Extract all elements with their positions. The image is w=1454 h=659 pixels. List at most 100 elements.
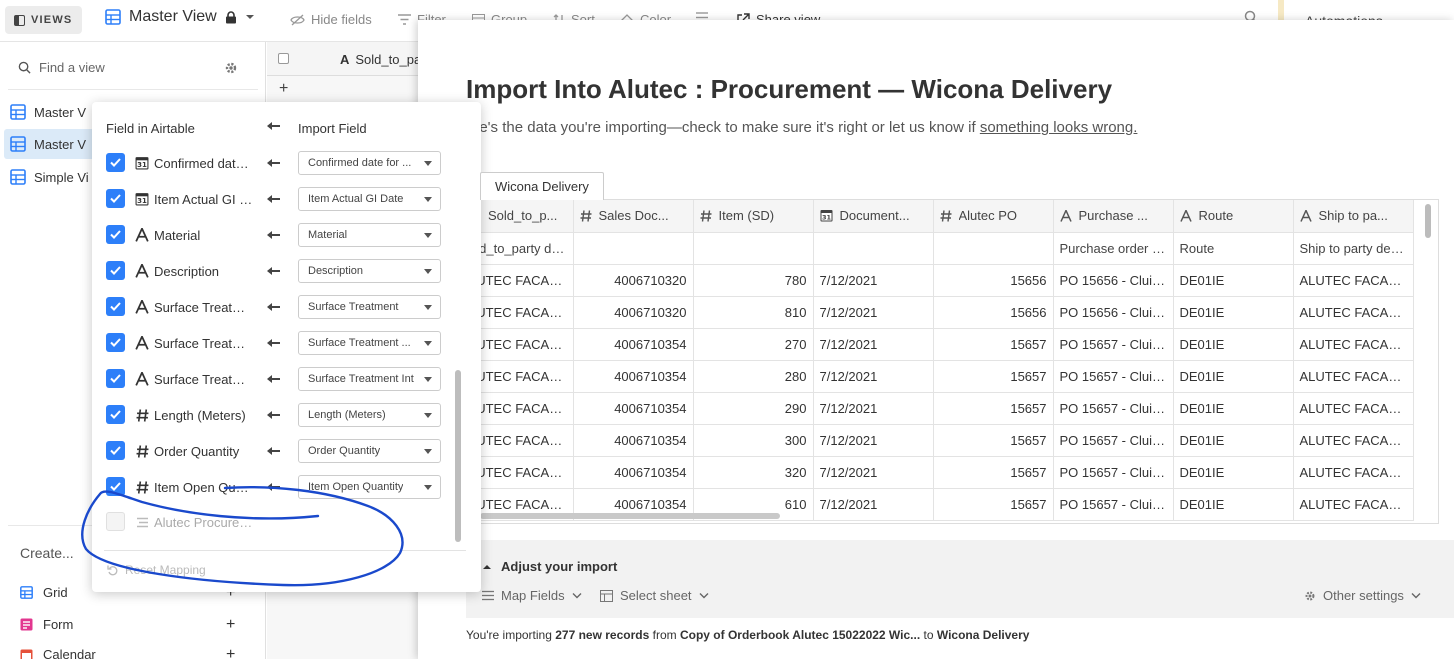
include-field-checkbox[interactable]: [106, 297, 125, 316]
vertical-scrollbar[interactable]: [1425, 204, 1431, 238]
preview-column-header: Sales Doc...: [573, 200, 694, 233]
preview-cell: LUTEC FACADE...: [467, 360, 574, 393]
hide-fields-button[interactable]: Hide fields: [290, 12, 372, 27]
sheet-tab[interactable]: Wicona Delivery: [480, 172, 604, 200]
other-settings-dropdown[interactable]: Other settings: [1304, 588, 1421, 603]
include-field-checkbox[interactable]: [106, 369, 125, 388]
include-field-checkbox[interactable]: [106, 225, 125, 244]
table-row: LUTEC FACADE... 4006710354 300 7/12/2021 156…: [467, 424, 1414, 457]
import-field-select[interactable]: Confirmed date for ...: [298, 151, 441, 175]
import-field-value: Order Quantity: [308, 445, 381, 457]
preview-cell: ALUTEC FACADE...: [1293, 328, 1414, 361]
include-field-checkbox[interactable]: [106, 405, 125, 424]
preview-cell: PO 15657 - Cluid...: [1053, 360, 1174, 393]
preview-column-label: Purchase ...: [1078, 208, 1148, 224]
import-field-select[interactable]: Description: [298, 259, 441, 283]
preview-cell: 810: [693, 296, 814, 329]
preview-cell: ALUTEC FACADE...: [1293, 488, 1414, 521]
arrow-left-icon: [267, 119, 280, 134]
preview-cell: ALUTEC FACADE...: [1293, 296, 1414, 329]
chevron-down-icon: [424, 233, 432, 238]
adjust-import-toggle[interactable]: Adjust your import: [482, 559, 617, 574]
table-icon: [600, 589, 613, 602]
views-toggle-button[interactable]: VIEWS: [5, 6, 82, 34]
airtable-field-name: Surface Treatment: [154, 300, 254, 315]
view-switcher[interactable]: Master View: [105, 8, 255, 26]
preview-cell: PO 15656 - Cluid...: [1053, 296, 1174, 329]
date-field-icon: 31: [134, 155, 150, 171]
preview-cell: ALUTEC FACADE...: [1293, 264, 1414, 297]
arrow-left-icon: [267, 228, 280, 243]
include-field-checkbox[interactable]: [106, 441, 125, 460]
import-field-select[interactable]: Material: [298, 223, 441, 247]
preview-cell: 4006710354: [573, 424, 694, 457]
preview-cell: LUTEC FACADE...: [467, 264, 574, 297]
svg-text:31: 31: [137, 161, 147, 169]
reset-mapping-button[interactable]: Reset Mapping: [107, 563, 206, 577]
select-all-checkbox[interactable]: [278, 53, 289, 64]
import-field-select[interactable]: Order Quantity: [298, 439, 441, 463]
field-mapping-row: 31 Item Actual GI Date Item Actual GI Date: [106, 187, 446, 211]
report-problem-link[interactable]: something looks wrong.: [980, 119, 1138, 136]
text-field-icon: [1059, 209, 1072, 222]
select-sheet-dropdown[interactable]: Select sheet: [600, 588, 709, 603]
import-field-select[interactable]: Surface Treatment Int: [298, 367, 441, 391]
include-field-checkbox[interactable]: [106, 189, 125, 208]
import-field-select[interactable]: Item Actual GI Date: [298, 187, 441, 211]
arrow-left-icon: [267, 444, 280, 459]
text-field-icon: [134, 299, 150, 315]
views-label: VIEWS: [31, 14, 73, 26]
include-field-checkbox[interactable]: [106, 333, 125, 352]
import-field-header: Import Field: [298, 121, 367, 136]
find-view-search[interactable]: Find a view: [18, 60, 105, 75]
create-calendar-view[interactable]: Calendar +: [20, 646, 245, 659]
undo-icon: [107, 565, 118, 576]
popover-scrollbar[interactable]: [455, 370, 461, 542]
text-field-icon: [134, 335, 150, 351]
horizontal-scrollbar[interactable]: [480, 513, 780, 519]
import-field-select[interactable]: Length (Meters): [298, 403, 441, 427]
preview-cell: PO 15657 - Cluid...: [1053, 424, 1174, 457]
chevron-down-icon: [424, 485, 432, 490]
map-fields-dropdown[interactable]: Map Fields: [482, 588, 582, 603]
gear-icon[interactable]: [224, 61, 238, 78]
field-mapping-row: Order Quantity Order Quantity: [106, 439, 446, 463]
create-calendar-label: Calendar: [43, 647, 96, 659]
include-field-checkbox[interactable]: [106, 153, 125, 172]
preview-cell: 15657: [933, 488, 1054, 521]
preview-column-header: Ship to pa...: [1293, 200, 1414, 233]
include-field-checkbox[interactable]: [106, 261, 125, 280]
table-row: LUTEC FACADE... 4006710354 270 7/12/2021 156…: [467, 328, 1414, 361]
grid-view-icon: [10, 104, 26, 120]
preview-cell: PO 15656 - Cluid...: [1053, 264, 1174, 297]
preview-cell: 7/12/2021: [813, 424, 934, 457]
airtable-field-name: Confirmed date for ...: [154, 156, 254, 171]
include-field-checkbox[interactable]: [106, 477, 125, 496]
date-field-icon: 31: [820, 209, 833, 222]
grid-column-header[interactable]: A Sold_to_pa: [340, 52, 421, 67]
number-field-icon: [134, 407, 150, 423]
plus-icon[interactable]: +: [226, 646, 235, 659]
preview-column-header: Alutec PO: [933, 200, 1054, 233]
import-field-select[interactable]: Item Open Quantity: [298, 475, 441, 499]
arrow-left-icon: [267, 156, 280, 171]
import-field-select[interactable]: Surface Treatment ...: [298, 331, 441, 355]
add-record-button[interactable]: +: [279, 80, 288, 98]
number-field-icon: [700, 210, 712, 222]
import-field-select[interactable]: Surface Treatment: [298, 295, 441, 319]
chevron-down-icon: [424, 413, 432, 418]
field-mapping-row: Length (Meters) Length (Meters): [106, 403, 446, 427]
preview-cell: 15656: [933, 296, 1054, 329]
plus-icon[interactable]: +: [226, 616, 235, 634]
preview-cell: 7/12/2021: [813, 328, 934, 361]
preview-cell: 4006710354: [573, 392, 694, 425]
create-view-heading[interactable]: Create...: [20, 545, 74, 561]
grid-view-icon: [10, 169, 26, 185]
grid-view-icon: [105, 9, 121, 25]
map-fields-popover: Field in Airtable Import Field 31 Confirm…: [92, 102, 481, 592]
preview-column-header: Item (SD): [693, 200, 814, 233]
include-field-checkbox[interactable]: [106, 512, 125, 531]
create-form-view[interactable]: Form +: [20, 616, 245, 634]
preview-cell: 7/12/2021: [813, 488, 934, 521]
calendar-view-icon: [20, 649, 33, 659]
